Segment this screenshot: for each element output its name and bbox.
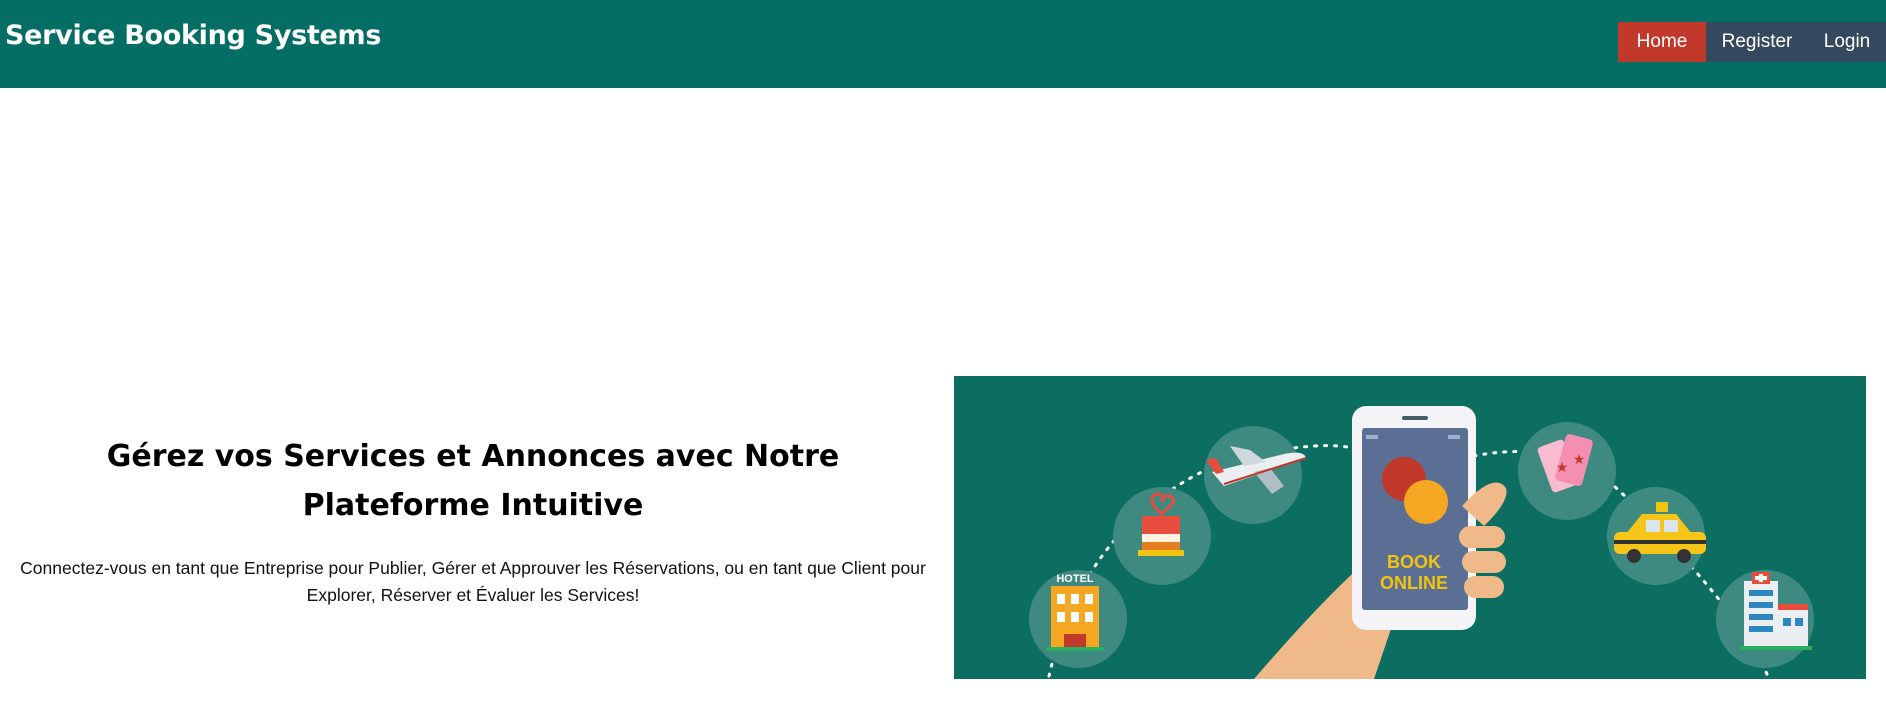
brand-title[interactable]: Service Booking Systems bbox=[5, 20, 381, 51]
phone-online-text: ONLINE bbox=[1380, 573, 1448, 593]
book-online-illustration: HOTEL BOOK ONLINE ★ ★ bbox=[954, 376, 1866, 679]
nav-links: Home Register Login bbox=[1618, 22, 1886, 62]
hero-subtitle: Connectez-vous en tant que Entreprise po… bbox=[20, 558, 926, 605]
hotel-icon: HOTEL bbox=[1029, 570, 1127, 668]
svg-text:★: ★ bbox=[1556, 459, 1569, 475]
hero-text: Gérez vos Services et Annonces avec Notr… bbox=[16, 432, 930, 609]
hospital-icon bbox=[1716, 570, 1814, 668]
navbar: Service Booking Systems Home Register Lo… bbox=[0, 0, 1886, 88]
nav-home-link[interactable]: Home bbox=[1618, 22, 1706, 62]
cake-icon bbox=[1113, 487, 1211, 585]
phone-book-text: BOOK bbox=[1387, 552, 1441, 572]
hero-title: Gérez vos Services et Annonces avec Notr… bbox=[106, 439, 840, 523]
illustration-svg: HOTEL BOOK ONLINE ★ ★ bbox=[1029, 406, 1814, 679]
tickets-icon: ★ ★ bbox=[1518, 422, 1616, 520]
nav-register-link[interactable]: Register bbox=[1706, 22, 1808, 62]
hotel-label: HOTEL bbox=[1056, 573, 1094, 585]
airplane-icon bbox=[1204, 426, 1307, 524]
taxi-icon bbox=[1607, 487, 1706, 585]
nav-login-link[interactable]: Login bbox=[1808, 22, 1886, 62]
svg-text:★: ★ bbox=[1573, 451, 1586, 467]
